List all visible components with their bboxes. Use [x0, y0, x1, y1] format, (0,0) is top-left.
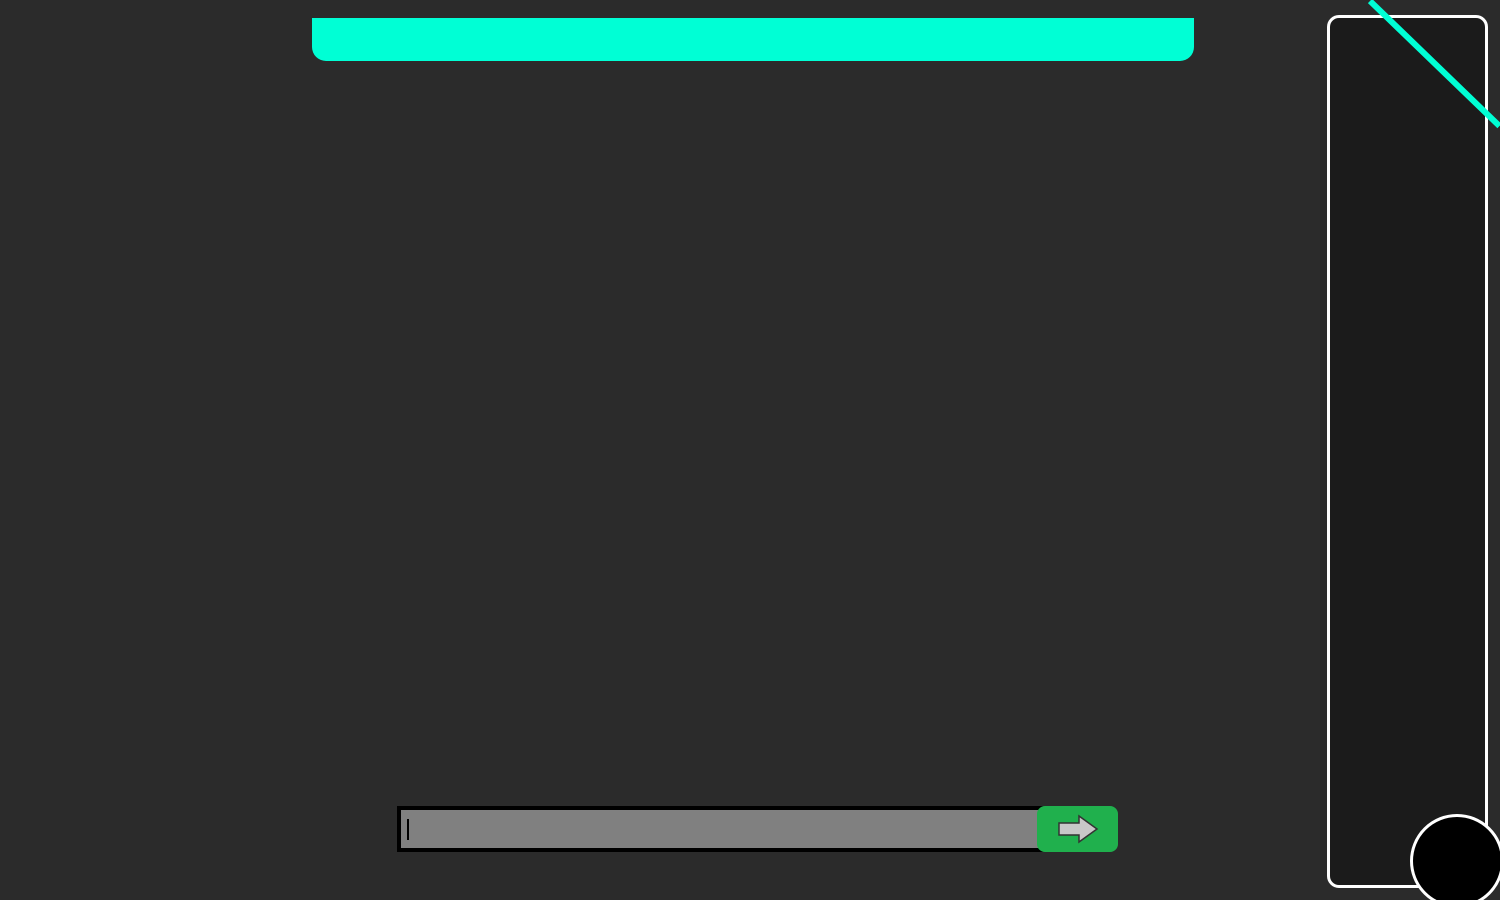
chat-input-bar: [397, 806, 1118, 852]
corner-circle-button[interactable]: [1410, 814, 1500, 900]
app-window: [0, 0, 1500, 900]
arrow-right-icon: [1057, 814, 1099, 844]
top-banner: [312, 18, 1194, 61]
side-panel: [1327, 15, 1488, 888]
chat-input[interactable]: [397, 806, 1047, 852]
send-button[interactable]: [1037, 806, 1118, 852]
text-cursor: [407, 819, 409, 840]
